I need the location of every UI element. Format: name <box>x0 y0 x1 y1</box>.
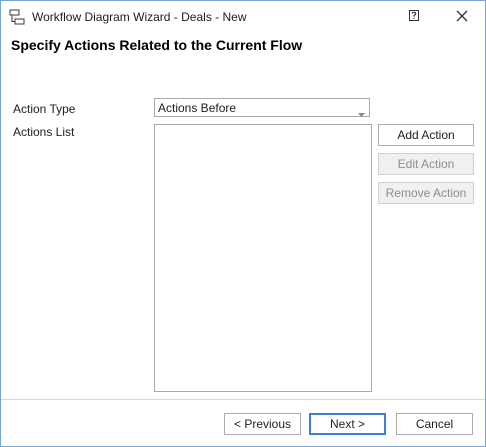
next-button[interactable]: Next > <box>309 413 386 435</box>
action-type-value: Actions Before <box>158 101 237 115</box>
page-title: Specify Actions Related to the Current F… <box>11 37 303 53</box>
actions-list-label: Actions List <box>13 125 75 139</box>
close-icon[interactable] <box>451 6 473 26</box>
add-action-button[interactable]: Add Action <box>378 124 474 146</box>
edit-action-button[interactable]: Edit Action <box>378 153 474 175</box>
action-type-label: Action Type <box>13 102 76 116</box>
wizard-window: Workflow Diagram Wizard - Deals - New Sp… <box>0 0 486 447</box>
title-bar[interactable]: Workflow Diagram Wizard - Deals - New <box>1 1 485 32</box>
chevron-down-icon[interactable] <box>358 106 365 117</box>
remove-action-button[interactable]: Remove Action <box>378 182 474 204</box>
help-icon[interactable] <box>403 6 425 26</box>
previous-button[interactable]: < Previous <box>224 413 301 435</box>
footer-separator <box>1 399 485 400</box>
workflow-diagram-icon <box>9 9 25 25</box>
window-title: Workflow Diagram Wizard - Deals - New <box>32 10 247 24</box>
actions-list[interactable] <box>154 124 372 392</box>
cancel-button[interactable]: Cancel <box>396 413 473 435</box>
action-type-select[interactable]: Actions Before <box>154 98 370 117</box>
